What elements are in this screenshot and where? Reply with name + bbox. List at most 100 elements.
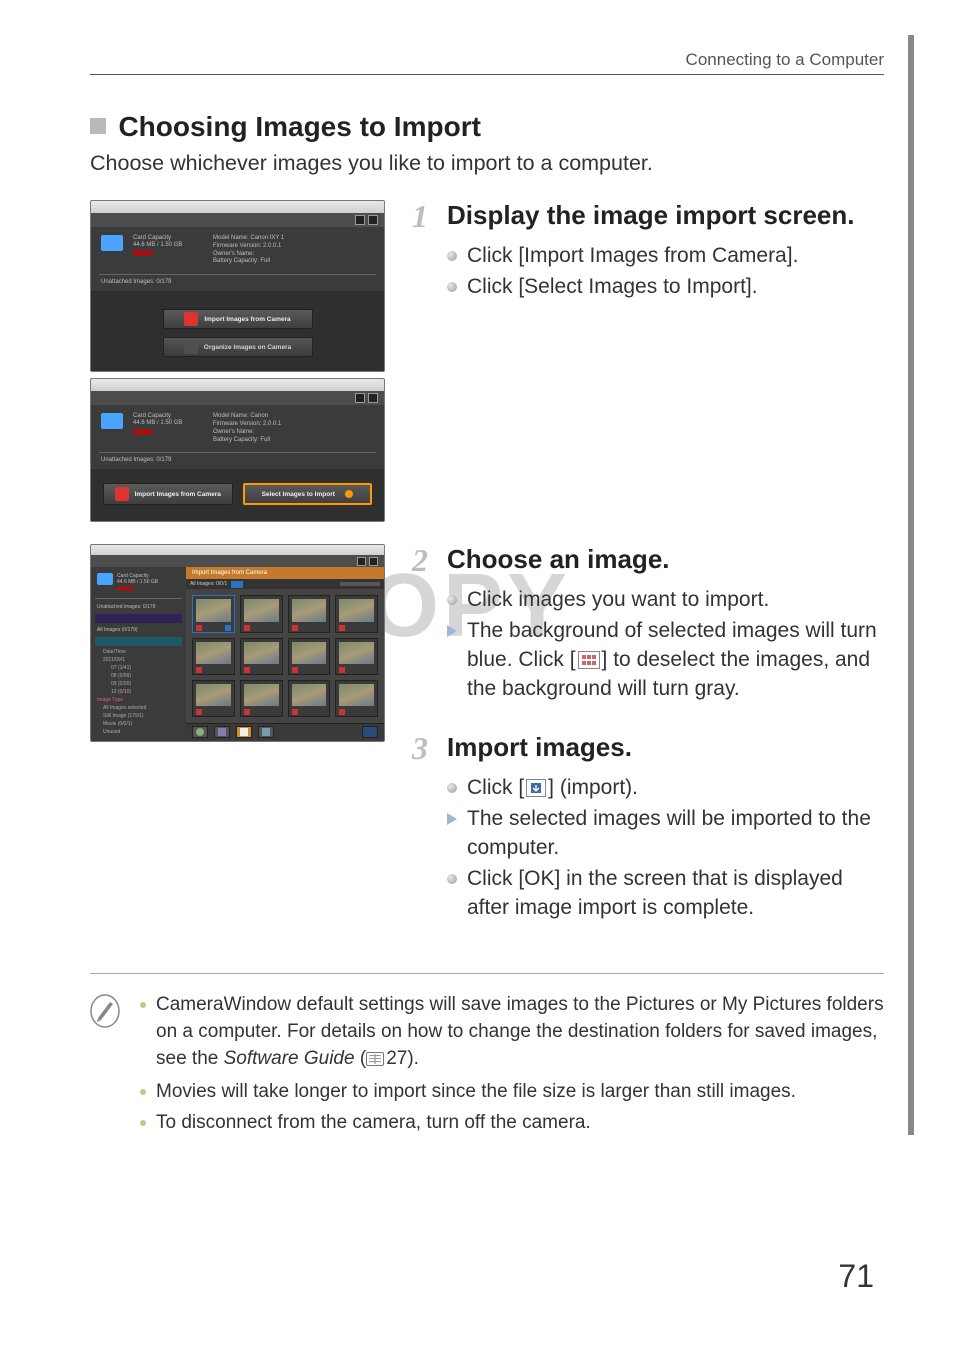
note-text: Movies will take longer to import since … [156, 1079, 796, 1106]
info-text: Owner's Name: [213, 429, 374, 437]
notes-separator [90, 973, 884, 974]
page-number: 71 [838, 1258, 874, 1295]
thumb-item[interactable] [240, 595, 283, 632]
thumb-item[interactable] [288, 595, 331, 632]
thumb-item[interactable] [192, 638, 235, 675]
import-images-button-2[interactable]: Import Images from Camera [103, 483, 233, 505]
thumb-item[interactable] [192, 595, 235, 632]
step-number: 2 [407, 544, 433, 576]
info-text: Model Name: Canon [213, 413, 374, 421]
tree-item[interactable]: Movie (0/0/1) [95, 721, 182, 727]
tool-button[interactable] [258, 726, 274, 738]
mock-window-1b: Card Capacity 44.6 MB / 1.50 GB Model Na… [90, 378, 385, 522]
step-title: Choose an image. [447, 544, 670, 576]
note-text: To disconnect from the camera, turn off … [156, 1110, 591, 1137]
note-bullet-icon [140, 1089, 146, 1095]
note-bullet-icon [140, 1120, 146, 1126]
deselect-grid-icon [576, 651, 602, 669]
import-square-icon [524, 779, 548, 797]
thumb-item[interactable] [240, 638, 283, 675]
section-title: Choosing Images to Import [118, 111, 480, 142]
button-label: Organize Images on Camera [204, 344, 291, 351]
camera-icon [101, 235, 123, 251]
info-text: Card Capacity [133, 413, 203, 420]
tool-label: All Images: 0/0/1 [190, 581, 227, 587]
note-bullet-icon [140, 1002, 146, 1008]
select-images-button[interactable]: Select Images to Import [243, 483, 373, 505]
import-icon [184, 312, 198, 326]
step-title: Import images. [447, 732, 632, 764]
tree-item[interactable]: 13 (0/10) [95, 689, 182, 695]
tree-header: Image Type [95, 697, 182, 703]
chip-label: All Images (0/179) [95, 626, 182, 634]
info-text: Firmware Version: 2.0.0.1 [213, 243, 374, 251]
tree-item[interactable]: 09 (0/26) [95, 681, 182, 687]
note-text: CameraWindow default settings will save … [156, 992, 884, 1075]
step-text: The selected images will be imported to … [467, 805, 884, 863]
organize-images-button[interactable]: Organize Images on Camera [163, 337, 313, 357]
tool-button[interactable] [214, 726, 230, 738]
tree-item[interactable]: 08 (0/99) [95, 673, 182, 679]
step-number: 3 [407, 732, 433, 764]
section-bullet-square [90, 118, 106, 134]
step-2: 2 Choose an image. Click images you want… [407, 544, 884, 704]
import-run-button[interactable] [362, 726, 378, 738]
info-text: 44.6 MB / 1.50 GB [133, 242, 203, 249]
thumb-item[interactable] [240, 680, 283, 717]
info-text: Owner's Name: [213, 251, 374, 259]
tree-item[interactable]: All Images selected [95, 705, 182, 711]
info-text: Battery Capacity: Full [213, 258, 374, 266]
thumb-item[interactable] [335, 680, 378, 717]
tool-button-active[interactable] [236, 726, 252, 738]
thumb-item[interactable] [335, 595, 378, 632]
info-text: Unattached images: 0/179 [95, 603, 182, 611]
bullet-icon [447, 783, 457, 793]
tree-item[interactable]: Still Image (179/1) [95, 713, 182, 719]
step-text: Click [OK] in the screen that is display… [467, 865, 884, 923]
filter-chip[interactable] [95, 637, 182, 646]
arrow-icon [447, 625, 457, 637]
mock-window-1a: Card Capacity 44.6 MB / 1.50 GB Model Na… [90, 200, 385, 372]
info-text: Battery Capacity: Full [213, 437, 374, 445]
button-label: Import Images from Camera [204, 316, 290, 323]
import-icon [115, 487, 129, 501]
tree-label: Date/Time [95, 649, 182, 655]
step-text: Click [] (import). [467, 774, 638, 803]
tree-item[interactable]: 2011/09/1 [95, 657, 182, 663]
step-text: The background of selected images will t… [467, 617, 884, 704]
step-title: Display the image import screen. [447, 200, 854, 232]
info-text: Model Name: Canon IXY 1 [213, 235, 374, 243]
panel-title: Import Images from Camera [192, 570, 267, 576]
screenshot-group-1: Card Capacity 44.6 MB / 1.50 GB Model Na… [90, 200, 385, 522]
pencil-icon [90, 994, 120, 1141]
tool-button[interactable] [231, 581, 243, 588]
section-intro: Choose whichever images you like to impo… [90, 149, 884, 178]
button-label: Select Images to Import [262, 491, 335, 498]
thumb-item[interactable] [288, 680, 331, 717]
manual-ref-icon [366, 1048, 384, 1075]
bullet-icon [447, 874, 457, 884]
info-text: Firmware Version: 2.0.0.1 [213, 421, 374, 429]
info-text: Card Capacity [133, 235, 203, 242]
thumb-item[interactable] [335, 638, 378, 675]
thumb-item[interactable] [192, 680, 235, 717]
import-images-button[interactable]: Import Images from Camera [163, 309, 313, 329]
notes-block: CameraWindow default settings will save … [90, 992, 884, 1141]
tree-item[interactable]: 07 (1/41) [95, 665, 182, 671]
organize-icon [184, 340, 198, 354]
highlight-dot-icon [345, 490, 353, 498]
camera-icon [101, 413, 123, 429]
step-text: Click images you want to import. [467, 586, 769, 615]
bullet-icon [447, 595, 457, 605]
tool-button[interactable] [192, 726, 208, 738]
step-text: Click [Select Images to Import]. [467, 273, 758, 302]
step-text: Click [Import Images from Camera]. [467, 242, 798, 271]
filter-chip[interactable] [95, 614, 182, 623]
thumb-item[interactable] [288, 638, 331, 675]
bullet-icon [447, 251, 457, 261]
info-text: 44.6 MB / 1.50 GB [133, 420, 203, 427]
right-margin-rule [908, 35, 914, 1135]
info-text: 44.6 MB / 1.50 GB [117, 579, 158, 585]
tree-item[interactable]: Unused [95, 729, 182, 735]
info-text: Unattached Images: 0/179 [91, 277, 384, 291]
